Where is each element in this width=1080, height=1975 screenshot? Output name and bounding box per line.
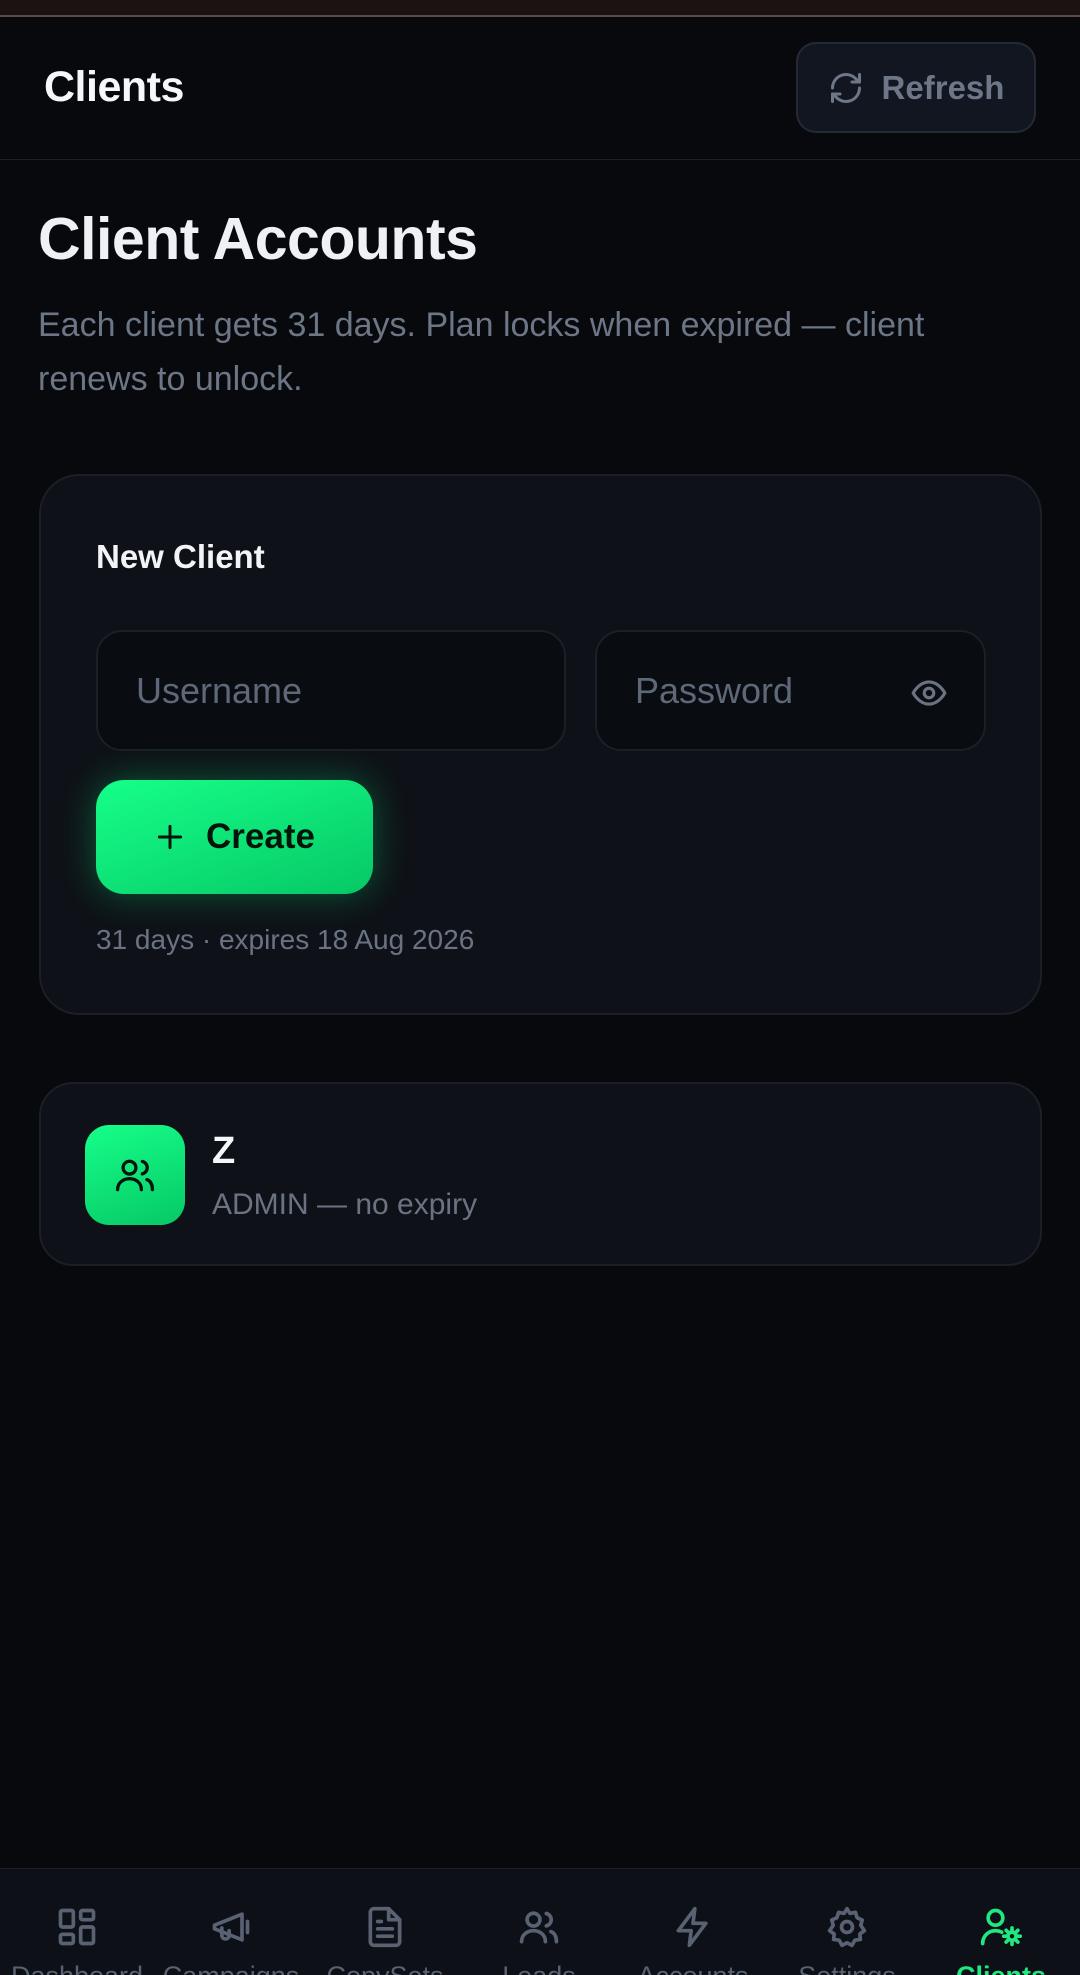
section-description: Each client gets 31 days. Plan locks whe… — [38, 306, 925, 398]
nav-label: CopySets — [308, 1961, 462, 1975]
nav-label: Dashboard — [0, 1961, 154, 1975]
megaphone-icon — [212, 1912, 250, 1942]
nav-item-clients[interactable]: Clients — [924, 1869, 1078, 1975]
users-icon — [115, 1159, 155, 1192]
create-label: Create — [206, 817, 315, 856]
nav-label: Clients — [924, 1961, 1078, 1975]
new-client-card: New Client Username Password Create 31 d… — [39, 474, 1042, 1015]
create-button[interactable]: Create — [96, 780, 373, 894]
nav-item-accounts[interactable]: Accounts — [616, 1869, 770, 1975]
gear-icon — [827, 1906, 867, 1948]
plus-icon — [157, 824, 183, 850]
new-client-title: New Client — [96, 538, 265, 575]
nav-label: Leads — [462, 1961, 616, 1975]
dashboard-icon — [58, 1908, 96, 1946]
nav-label: Campaigns — [154, 1961, 308, 1975]
document-icon — [368, 1906, 402, 1948]
bottom-nav: Dashboard Campaigns CopySets — [0, 1868, 1080, 1975]
expiry-info: 31 days · expires 18 Aug 2026 — [96, 924, 475, 955]
eye-icon[interactable] — [910, 674, 948, 712]
nav-label: Accounts — [616, 1961, 770, 1975]
nav-item-copysets[interactable]: CopySets — [308, 1869, 462, 1975]
username-placeholder: Username — [136, 669, 303, 711]
user-gear-icon — [980, 1908, 1023, 1947]
nav-item-leads[interactable]: Leads — [462, 1869, 616, 1975]
refresh-icon — [830, 72, 861, 103]
refresh-label: Refresh — [881, 68, 1005, 106]
nav-item-campaigns[interactable]: Campaigns — [154, 1869, 308, 1975]
lightning-icon — [676, 1906, 708, 1948]
avatar — [85, 1125, 185, 1225]
client-detail: ADMIN — no expiry — [212, 1188, 478, 1221]
section-heading: Client Accounts — [38, 206, 478, 272]
username-input[interactable]: Username — [96, 630, 566, 751]
users-icon — [519, 1911, 559, 1944]
status-strip — [0, 0, 1080, 17]
nav-item-settings[interactable]: Settings — [770, 1869, 924, 1975]
password-placeholder: Password — [635, 669, 794, 711]
top-bar: Clients Refresh — [0, 19, 1080, 160]
client-name: Z — [212, 1130, 236, 1172]
client-list-item[interactable]: Z ADMIN — no expiry — [39, 1082, 1042, 1266]
nav-item-dashboard[interactable]: Dashboard — [0, 1869, 154, 1975]
clients-page: Clients Refresh Client Accounts Each cli… — [0, 0, 1080, 1975]
refresh-button[interactable]: Refresh — [796, 42, 1036, 133]
password-input[interactable]: Password — [595, 630, 986, 751]
nav-label: Settings — [770, 1961, 924, 1975]
page-title: Clients — [44, 63, 184, 111]
